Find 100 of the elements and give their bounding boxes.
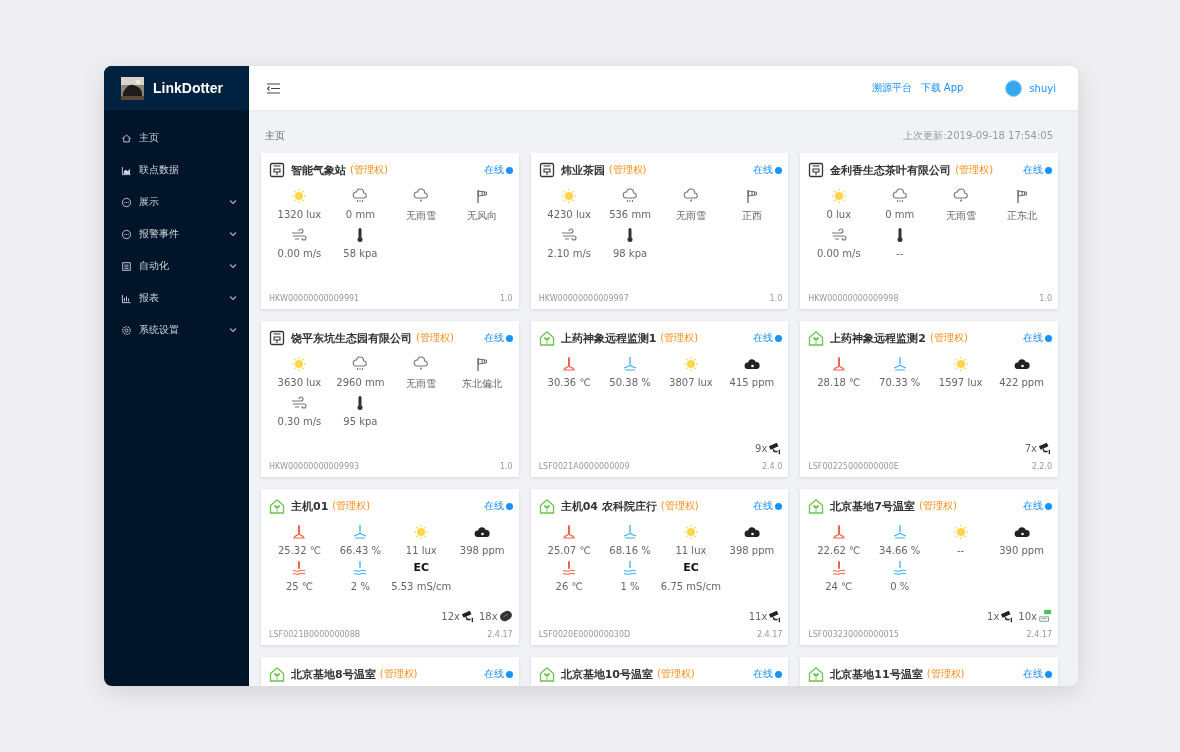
version-label: 1.0: [1039, 294, 1052, 303]
sensor-icon: [1038, 609, 1052, 623]
house-icon: [269, 666, 285, 682]
thermometer-icon: [561, 356, 578, 372]
camera-icon: [768, 441, 783, 455]
reading-value: 正西: [741, 209, 762, 223]
cloud-icon: [952, 188, 969, 204]
reading-value: 正东北: [1006, 209, 1037, 223]
caret-icon: [229, 262, 237, 270]
reading-value: 25 ℃: [285, 581, 313, 592]
device-name[interactable]: 上药神象远程监测2: [830, 330, 926, 346]
camera-icon: [1038, 441, 1052, 455]
device-name[interactable]: 北京基地8号温室: [291, 666, 376, 682]
reading-value: 0.30 m/s: [277, 416, 322, 427]
thermometer-icon: [561, 560, 578, 576]
device-name[interactable]: 主机01: [291, 498, 329, 514]
sidebar-item[interactable]: 自动化: [104, 250, 249, 282]
camera-icon: [768, 609, 783, 623]
device-count: 7x: [1024, 442, 1037, 454]
reading-value: 25.32 ℃: [277, 545, 321, 556]
reading-value: 无雨雪: [675, 209, 706, 223]
permission-label: (管理权): [416, 331, 454, 345]
reading-value: 0 %: [890, 581, 910, 592]
menu-icon[interactable]: [267, 82, 280, 94]
sidebar-item[interactable]: 展示: [104, 186, 249, 218]
ec-label: EC: [683, 560, 699, 576]
device-name[interactable]: 北京基地11号温室: [830, 666, 923, 682]
device-name[interactable]: 北京基地7号温室: [830, 498, 915, 514]
droplet-icon: [622, 560, 638, 576]
reading-value: 2.10 m/s: [547, 248, 591, 259]
version-label: 2.2.0: [1031, 462, 1052, 471]
reading-value: 25.07 ℃: [547, 545, 591, 556]
device-name[interactable]: 金利香生态茶叶有限公司: [830, 162, 952, 178]
device-name[interactable]: 北京基地10号温室: [560, 666, 653, 682]
device-name[interactable]: 上药神象远程监测1: [560, 330, 657, 346]
sidebar-item[interactable]: 报警事件: [104, 218, 249, 250]
sidebar-item[interactable]: 联点数据: [104, 154, 249, 186]
ec-label: EC: [413, 560, 430, 576]
permission-label: (管理权): [660, 499, 699, 513]
reading-value: 11 lux: [675, 545, 707, 556]
cloud-icon: [743, 524, 760, 540]
reading-value: 50.38 %: [609, 377, 651, 388]
chip-icon: [498, 609, 513, 623]
caret-icon: [229, 230, 237, 238]
device-id: LSF003230000000015: [808, 630, 899, 639]
rain-cloud-icon: [352, 356, 369, 372]
cloud-icon: [474, 524, 491, 540]
sidebar-item[interactable]: 报表: [104, 282, 249, 314]
sidebar-item[interactable]: 主页: [104, 122, 249, 154]
device-name[interactable]: 炜业茶园: [560, 162, 605, 178]
cloud-icon: [1013, 524, 1030, 540]
permission-label: (管理权): [332, 499, 371, 513]
version-label: 2.4.17: [756, 630, 783, 639]
device-id: LSF0021B000000008B: [269, 630, 361, 639]
breadcrumb[interactable]: 主页: [265, 129, 285, 143]
thermometer-icon: [291, 524, 308, 540]
house-icon: [538, 330, 555, 346]
rain-cloud-icon: [891, 188, 908, 204]
sidebar-item[interactable]: 系统设置: [104, 314, 249, 346]
permission-label: (管理权): [660, 331, 699, 345]
device-name[interactable]: 主机04 农科院庄行: [560, 498, 657, 514]
chat-icon: [121, 228, 132, 240]
sun-icon: [291, 356, 308, 372]
reading-value: 0.00 m/s: [816, 248, 861, 259]
device-id: HKW00000000009993: [269, 462, 360, 471]
cloud-icon: [413, 188, 430, 204]
status-label: 在线: [753, 163, 774, 177]
status-label: 在线: [483, 163, 504, 177]
reading-value: 415 ppm: [729, 377, 775, 388]
house-icon: [808, 666, 825, 682]
reading-value: 422 ppm: [999, 377, 1044, 388]
reading-value: 70.33 %: [879, 377, 921, 388]
device-count: 12x: [441, 610, 460, 622]
reading-value: 1 %: [620, 581, 640, 592]
reading-value: 26 ℃: [555, 581, 583, 592]
device-icon: [269, 162, 285, 178]
device-name[interactable]: 饶平东坑生态园有限公司: [291, 330, 412, 346]
house-icon: [269, 498, 285, 514]
device-count: 18x: [479, 610, 498, 622]
home-icon: [121, 132, 132, 144]
sun-icon: [682, 524, 699, 540]
reading-value: 536 mm: [609, 209, 651, 220]
status-label: 在线: [753, 499, 774, 513]
reading-value: 22.62 ℃: [817, 545, 861, 556]
thermometer-icon: [830, 560, 847, 576]
rain-cloud-icon: [622, 188, 638, 204]
reading-value: 2 %: [350, 581, 370, 592]
status-label: 在线: [753, 331, 774, 345]
permission-label: (管理权): [926, 667, 965, 681]
reading-value: 5.53 mS/cm: [391, 581, 452, 592]
wind-icon: [291, 227, 308, 243]
status-label: 在线: [1023, 163, 1043, 177]
device-name[interactable]: 智能气象站: [291, 162, 346, 178]
reading-value: 95 kpa: [343, 416, 378, 427]
reading-value: 34.66 %: [879, 545, 921, 556]
status-label: 在线: [753, 667, 774, 681]
reading-value: 11 lux: [405, 545, 437, 556]
device-count: 1x: [987, 610, 1000, 622]
version-label: 1.0: [769, 294, 783, 303]
avatar-icon[interactable]: [1005, 79, 1023, 97]
